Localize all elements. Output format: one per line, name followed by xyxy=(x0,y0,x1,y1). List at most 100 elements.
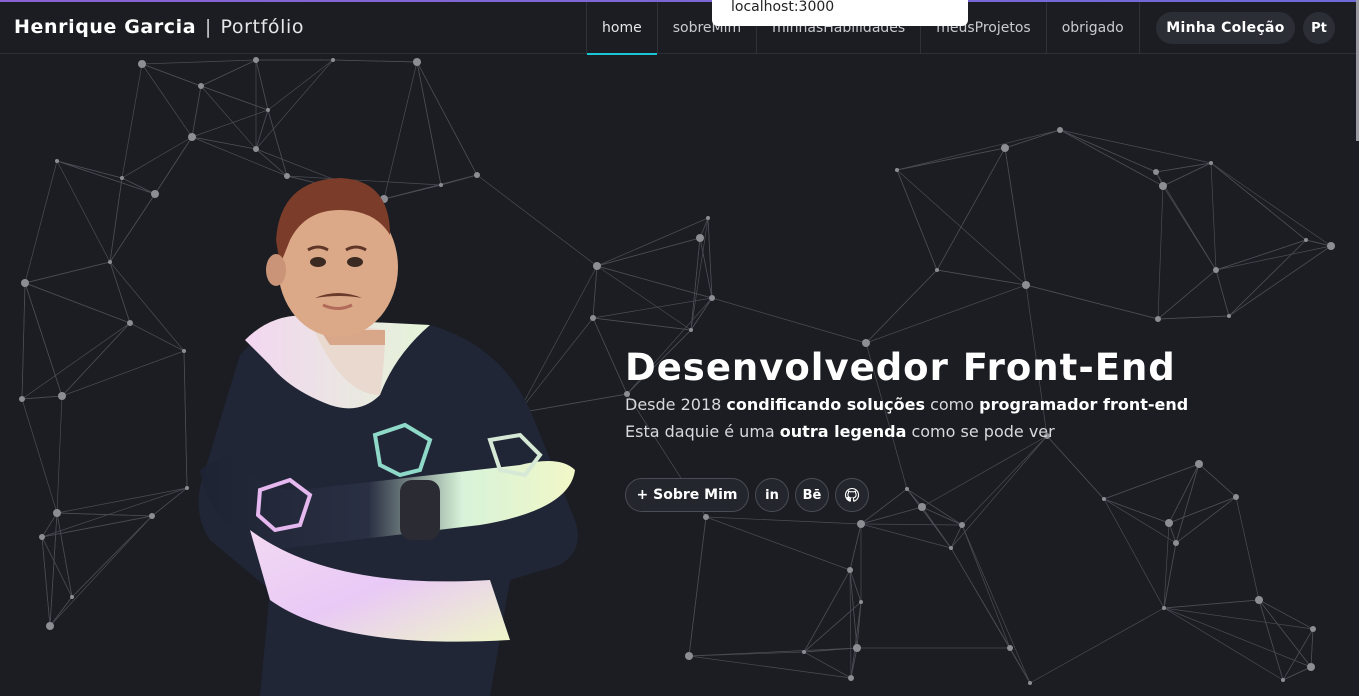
network-edge xyxy=(1155,162,1212,173)
network-edge xyxy=(1059,129,1157,173)
network-edge xyxy=(121,177,156,195)
network-node xyxy=(706,216,710,220)
network-edge xyxy=(688,516,707,657)
network-node xyxy=(198,83,204,89)
network-edge xyxy=(950,435,1048,549)
network-node xyxy=(19,396,25,402)
language-button[interactable]: Pt xyxy=(1303,12,1335,44)
network-node xyxy=(1022,281,1030,289)
hero-subtitle-line-2: Esta daquie é uma outra legenda como se … xyxy=(625,422,1188,441)
network-edge xyxy=(121,63,143,179)
network-edge xyxy=(1162,162,1212,187)
network-edge xyxy=(1210,162,1332,247)
network-edge xyxy=(1162,185,1217,271)
network-edge xyxy=(592,265,598,319)
github-button[interactable] xyxy=(835,478,869,512)
network-edge xyxy=(141,63,193,138)
network-node xyxy=(120,176,124,180)
network-edge xyxy=(1163,607,1284,681)
network-edge xyxy=(24,282,131,324)
network-edge xyxy=(1235,496,1260,601)
network-edge xyxy=(61,322,131,397)
network-node xyxy=(1153,169,1159,175)
linkedin-icon: in xyxy=(765,487,779,503)
network-node xyxy=(1209,161,1213,165)
network-edge xyxy=(707,217,713,299)
network-edge xyxy=(24,282,63,397)
network-edge xyxy=(49,512,58,627)
network-edge xyxy=(688,655,852,679)
behance-button[interactable]: Bē xyxy=(795,478,829,512)
hero-line1-mid: como xyxy=(930,395,975,414)
network-edge xyxy=(24,160,58,284)
nav-link-obrigado[interactable]: obrigado xyxy=(1047,2,1140,54)
top-accent-bar xyxy=(0,0,1359,2)
network-edge xyxy=(1103,463,1200,500)
network-node xyxy=(959,522,965,528)
network-node xyxy=(331,58,335,62)
network-node xyxy=(21,279,29,287)
network-edge xyxy=(1029,607,1165,684)
network-edge xyxy=(56,512,73,598)
network-node xyxy=(1057,127,1063,133)
network-node xyxy=(70,595,74,599)
network-edge xyxy=(1157,185,1164,320)
network-node xyxy=(108,260,112,264)
network-edge xyxy=(71,515,153,598)
network-edge xyxy=(267,59,334,111)
collection-button[interactable]: Minha Coleção xyxy=(1156,12,1295,44)
network-edge xyxy=(141,63,202,87)
network-node xyxy=(58,392,66,400)
network-edge xyxy=(596,217,709,267)
brand-separator: | xyxy=(204,16,212,38)
network-edge xyxy=(21,282,26,400)
network-node xyxy=(1255,596,1263,604)
brand[interactable]: Henrique Garcia | Portfólio xyxy=(14,16,304,38)
network-edge xyxy=(803,601,862,653)
network-node xyxy=(905,487,909,491)
network-node xyxy=(149,513,155,519)
network-node xyxy=(253,57,259,63)
hero-line1-bold2: programador front-end xyxy=(979,395,1189,414)
network-node xyxy=(857,520,865,528)
network-edge xyxy=(1258,599,1312,668)
hero-actions: + Sobre Mim in Bē xyxy=(625,478,869,512)
network-edge xyxy=(109,177,123,263)
network-edge xyxy=(961,524,1011,649)
network-node xyxy=(853,644,861,652)
network-node xyxy=(188,133,196,141)
avatar-illustration xyxy=(198,178,578,696)
linkedin-button[interactable]: in xyxy=(755,478,789,512)
network-node xyxy=(709,295,715,301)
network-edge xyxy=(56,395,63,514)
network-node xyxy=(1310,626,1316,632)
hero-line2-suffix: como se pode ver xyxy=(911,422,1055,441)
network-node xyxy=(1304,238,1308,242)
network-node xyxy=(413,58,421,66)
network-edge xyxy=(896,169,938,271)
network-node xyxy=(1102,497,1106,501)
network-node xyxy=(685,652,693,660)
network-edge xyxy=(936,147,1006,271)
network-edge xyxy=(129,322,185,352)
network-node xyxy=(689,328,693,332)
network-node xyxy=(848,675,854,681)
network-edge xyxy=(936,269,1027,286)
network-edge xyxy=(860,523,952,549)
network-edge xyxy=(1059,129,1164,187)
network-edge xyxy=(896,147,1006,171)
status-url-tooltip: localhost:3000 xyxy=(712,0,968,26)
network-edge xyxy=(332,59,418,63)
nav-link-home[interactable]: home xyxy=(587,2,658,55)
network-node xyxy=(1213,267,1219,273)
network-edge xyxy=(200,59,257,87)
network-node xyxy=(1233,494,1239,500)
network-edge xyxy=(56,487,188,514)
github-icon xyxy=(844,487,860,502)
about-me-button[interactable]: + Sobre Mim xyxy=(625,478,749,512)
network-edge xyxy=(906,488,952,549)
network-edge xyxy=(1025,284,1159,320)
network-edge xyxy=(896,169,1027,286)
network-edge xyxy=(1004,147,1027,286)
network-edge xyxy=(416,61,442,186)
